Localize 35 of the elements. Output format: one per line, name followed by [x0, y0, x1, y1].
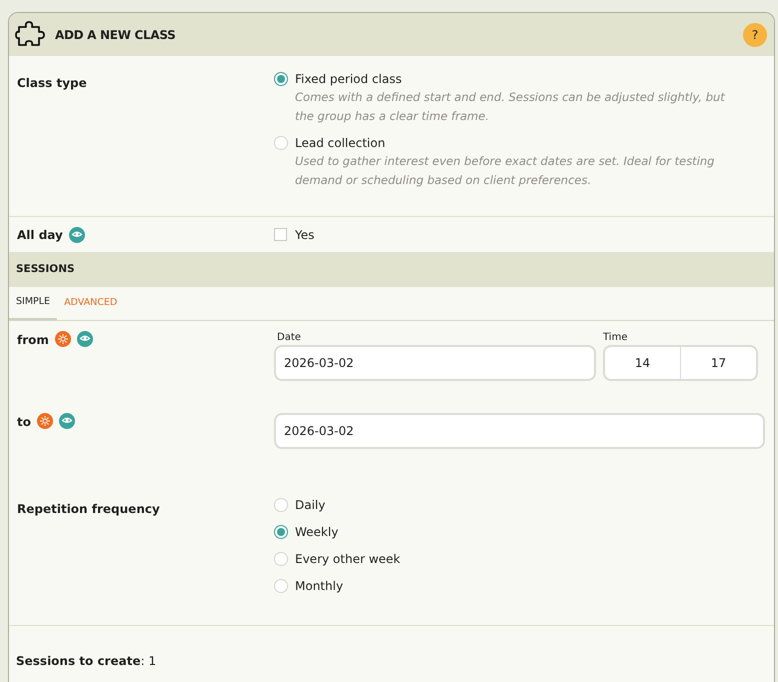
puzzle-icon — [15, 20, 47, 48]
section-title: SESSIONS — [16, 262, 75, 277]
eye-icon — [68, 226, 85, 242]
field-label: All day — [17, 226, 63, 244]
tab[interactable]: SIMPLE — [9, 287, 58, 320]
option-description: Used to gather interest even before exact dates are set. Ideal for testing demand or scheduling based on client preferences. — [295, 153, 716, 189]
option-label: Fixed period class — [295, 71, 402, 88]
field-label: from — [17, 332, 49, 349]
radio-button[interactable] — [274, 72, 288, 86]
field-label: Repetition frequency — [17, 502, 160, 516]
hour-value[interactable]: 14 — [605, 347, 681, 379]
option-label: Every other week — [295, 550, 400, 568]
help-button[interactable]: ? — [743, 22, 767, 46]
time-label: Time — [603, 331, 628, 345]
time-field[interactable]: 14 17 — [603, 345, 758, 381]
minute-value[interactable]: 17 — [681, 347, 756, 379]
option-label: Monthly — [295, 578, 344, 594]
option-description: Comes with a defined start and end. Sessions can be adjusted slightly, but the group has a clear time frame. — [295, 89, 726, 125]
checkbox-label: Yes — [295, 226, 314, 244]
option-label: Weekly — [295, 524, 338, 540]
sun-icon — [54, 331, 71, 347]
field-label: to — [17, 414, 31, 431]
option-label: Lead collection — [295, 135, 386, 152]
eye-icon — [58, 413, 75, 429]
sun-icon — [36, 413, 53, 429]
panel-title: ADD A NEW CLASS — [55, 26, 176, 44]
sessions-count: Sessions to create: 1 — [16, 654, 156, 668]
eye-icon — [76, 331, 93, 347]
field-label: Class type — [17, 76, 87, 90]
radio-button[interactable] — [274, 524, 288, 538]
date-field[interactable]: 2026-03-02 — [274, 345, 596, 381]
option-label: Daily — [295, 496, 326, 514]
date-field[interactable]: 2026-03-02 — [274, 413, 765, 449]
checkbox[interactable] — [274, 228, 287, 241]
date-label: Date — [277, 331, 302, 345]
